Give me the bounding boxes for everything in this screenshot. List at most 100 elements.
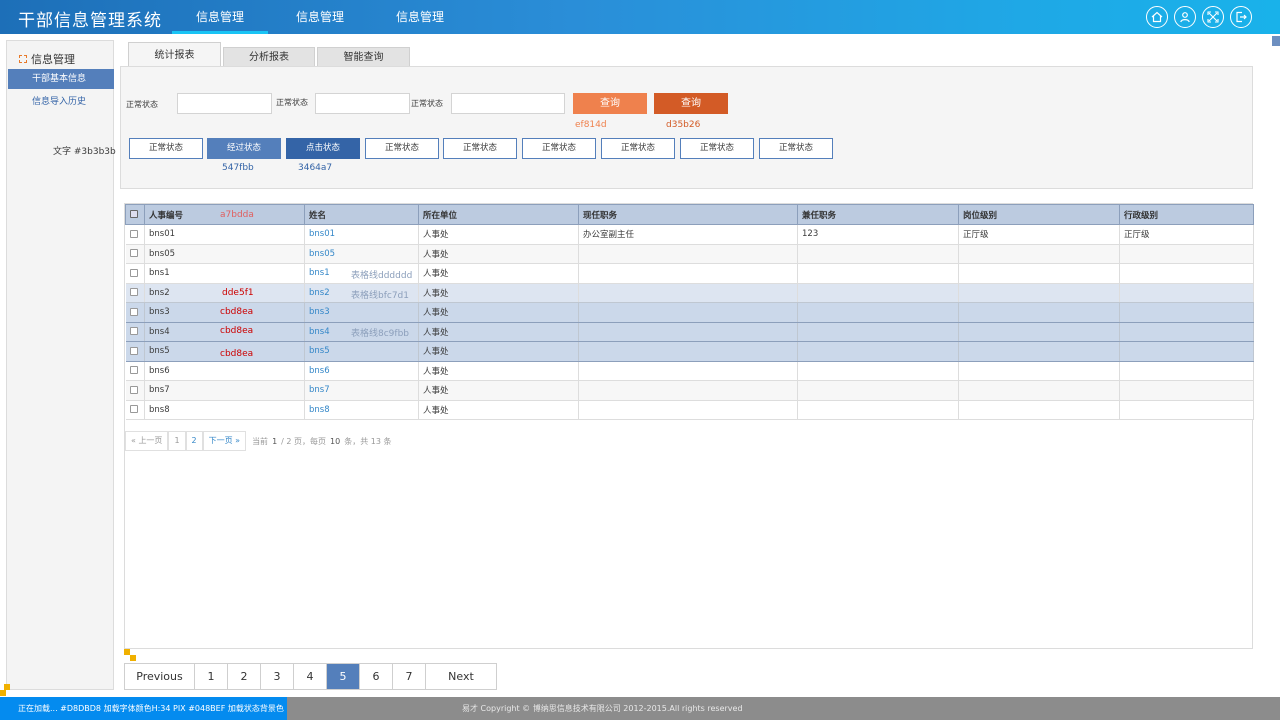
query-color-note-2: d35b26 [666,120,701,130]
status-button-normal[interactable]: 正常状态 [680,138,754,159]
cell-position [578,322,798,342]
status-button-normal[interactable]: 正常状态 [443,138,517,159]
status-button-normal[interactable]: 正常状态 [601,138,675,159]
row-checkbox[interactable] [129,268,138,277]
status-button-normal[interactable]: 正常状态 [129,138,203,159]
table-row[interactable]: bns5 bns5 人事处 [125,341,1254,362]
page-button-4[interactable]: 4 [294,664,327,689]
table-row[interactable]: bns4 bns4 人事处 [125,322,1254,342]
cell-position [578,302,798,323]
fullscreen-icon[interactable] [1202,6,1224,28]
cell-post-level [958,322,1120,342]
page-link-2[interactable]: 2 [185,431,203,451]
page-button-3[interactable]: 3 [261,664,294,689]
cell-name[interactable]: bns6 [304,361,419,381]
cell-concurrent [797,244,959,264]
cell-id: bns7 [144,380,305,401]
tab-smart-query[interactable]: 智能查询 [317,47,410,67]
table-row[interactable]: bns01 bns01 人事处 办公室副主任 123 正厅级 正厅级 [125,224,1254,245]
per-page-value[interactable]: 10 [330,437,340,446]
nav-item-info-2[interactable]: 信息管理 [270,0,370,34]
status-button-normal[interactable]: 正常状态 [522,138,596,159]
cell-post-level [958,400,1120,420]
table-row[interactable]: bns1 bns1 人事处 [125,263,1254,284]
row-checkbox[interactable] [129,385,138,394]
col-header-position[interactable]: 现任职务 [578,204,798,225]
status-button-hover[interactable]: 经过状态 [207,138,281,159]
cell-name[interactable]: bns3 [304,302,419,323]
cell-admin-level [1119,380,1254,401]
filter-input-3[interactable] [451,93,565,114]
nav-item-info-3[interactable]: 信息管理 [370,0,470,34]
current-label: 当前 [252,436,269,446]
current-page-value[interactable]: 1 [272,437,277,446]
cell-id: bns01 [144,224,305,245]
col-header-name[interactable]: 姓名 [304,204,419,225]
table-row[interactable]: bns8 bns8 人事处 [125,400,1254,420]
home-icon[interactable] [1146,6,1168,28]
data-table: 人事编号 姓名 所在单位 现任职务 兼任职务 岗位级别 行政级别 bns01 bn… [125,204,1254,420]
cell-unit: 人事处 [418,244,579,264]
row-checkbox[interactable] [129,229,138,238]
cell-name[interactable]: bns7 [304,380,419,401]
select-all-checkbox[interactable] [130,210,138,218]
filter-input-1[interactable] [177,93,272,114]
table-row[interactable]: bns3 bns3 人事处 [125,302,1254,323]
logout-icon[interactable] [1230,6,1252,28]
page-button-7[interactable]: 7 [393,664,426,689]
cell-post-level [958,380,1120,401]
status-button-normal[interactable]: 正常状态 [365,138,439,159]
next-page-link[interactable]: 下一页 » [202,431,247,451]
text-color-note: 文字 #3b3b3b [53,147,116,157]
sidebar-item-cadre-info[interactable]: 干部基本信息 [8,69,114,89]
query-button-pressed[interactable]: 查询 [654,93,728,114]
cadre-table: 人事编号 姓名 所在单位 现任职务 兼任职务 岗位级别 行政级别 bns01 bn… [124,203,1254,649]
cell-name[interactable]: bns01 [304,224,419,245]
row-checkbox[interactable] [129,249,138,258]
nav-item-info-1[interactable]: 信息管理 [170,0,270,34]
cell-name[interactable]: bns05 [304,244,419,264]
row-checkbox[interactable] [129,307,138,316]
row-checkbox[interactable] [129,288,138,297]
user-icon[interactable] [1174,6,1196,28]
col-header-post-level[interactable]: 岗位级别 [958,204,1120,225]
page-button-2[interactable]: 2 [228,664,261,689]
table-row[interactable]: bns2 bns2 人事处 [125,283,1254,303]
row-checkbox[interactable] [129,405,138,414]
filter-input-2[interactable] [315,93,410,114]
status-button-pressed[interactable]: 点击状态 [286,138,360,159]
cell-name[interactable]: bns5 [304,341,419,362]
page-button-6[interactable]: 6 [360,664,393,689]
row-checkbox[interactable] [129,346,138,355]
previous-button[interactable]: Previous [125,664,195,689]
total-pages-text: / 2 页，每页 [281,436,327,446]
prev-page-link[interactable]: « 上一页 [125,431,169,451]
cell-post-level: 正厅级 [958,224,1120,245]
tab-analysis[interactable]: 分析报表 [223,47,315,67]
col-header-unit[interactable]: 所在单位 [418,204,579,225]
query-button-normal[interactable]: 查询 [573,93,647,114]
cell-id: bns6 [144,361,305,381]
page-link-1[interactable]: 1 [168,431,186,451]
sidebar-item-import-history[interactable]: 信息导入历史 [32,94,86,107]
page-button-5[interactable]: 5 [327,664,360,689]
col-header-admin-level[interactable]: 行政级别 [1119,204,1254,225]
sidebar-section-label: 信息管理 [31,53,75,66]
cell-position [578,380,798,401]
col-header-concurrent[interactable]: 兼任职务 [797,204,959,225]
table-row[interactable]: bns05 bns05 人事处 [125,244,1254,264]
page-button-1[interactable]: 1 [195,664,228,689]
selected-row-note: cbd8ea [220,326,254,336]
cell-admin-level [1119,302,1254,323]
table-row[interactable]: bns6 bns6 人事处 [125,361,1254,381]
row-checkbox[interactable] [129,327,138,336]
next-button[interactable]: Next [426,664,496,689]
table-row[interactable]: bns7 bns7 人事处 [125,380,1254,401]
row-checkbox[interactable] [129,366,138,375]
status-button-normal[interactable]: 正常状态 [759,138,833,159]
tab-statistics[interactable]: 统计报表 [128,42,221,67]
top-header: 干部信息管理系统 信息管理 信息管理 信息管理 [0,0,1280,34]
cell-concurrent [797,302,959,323]
row-select-cell [125,361,145,381]
cell-name[interactable]: bns8 [304,400,419,420]
